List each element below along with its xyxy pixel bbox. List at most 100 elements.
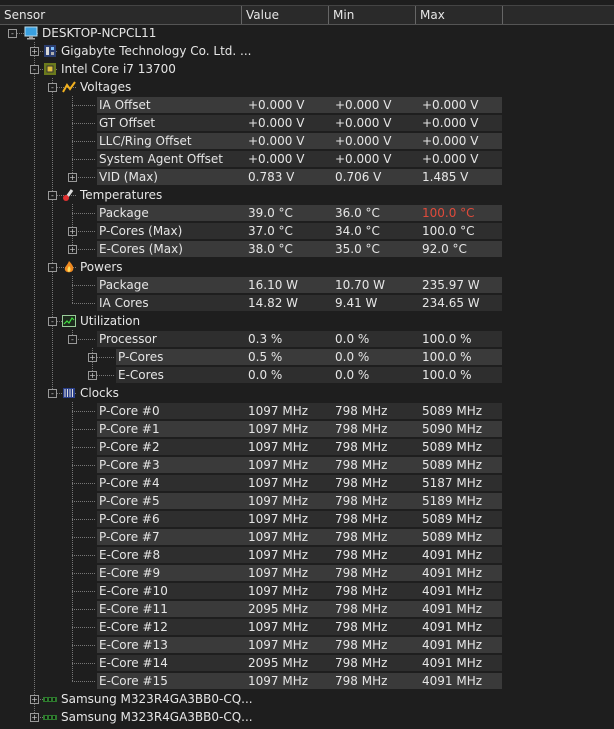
sensor-min: 798 MHz bbox=[335, 584, 388, 598]
sensor-min: 798 MHz bbox=[335, 656, 388, 670]
sensor-row[interactable]: Package 39.0 °C 36.0 °C 100.0 °C bbox=[0, 204, 614, 222]
sensor-label: LLC/Ring Offset bbox=[99, 134, 192, 148]
collapse-icon[interactable]: - bbox=[48, 263, 57, 272]
expand-icon[interactable]: + bbox=[88, 353, 97, 362]
sensor-value: +0.000 V bbox=[248, 152, 305, 166]
tree-connector bbox=[72, 573, 95, 574]
tree-node-row[interactable]: - DESKTOP-NCPCL11 bbox=[0, 24, 614, 42]
expand-icon[interactable]: + bbox=[30, 713, 39, 722]
sensor-min: 798 MHz bbox=[335, 548, 388, 562]
voltage-icon bbox=[62, 80, 76, 94]
tree-connector bbox=[72, 105, 95, 106]
sensor-value: 16.10 W bbox=[248, 278, 299, 292]
tree-node-row[interactable]: + Samsung M323R4GA3BB0-CQ... bbox=[0, 708, 614, 726]
sensor-label: E-Core #12 bbox=[99, 620, 168, 634]
sensor-row[interactable]: P-Core #0 1097 MHz 798 MHz 5089 MHz bbox=[0, 402, 614, 420]
collapse-icon[interactable]: - bbox=[48, 191, 57, 200]
sensor-max: 4091 MHz bbox=[422, 656, 483, 670]
expand-icon[interactable]: + bbox=[30, 47, 39, 56]
collapse-icon[interactable]: - bbox=[8, 29, 17, 38]
sensor-row[interactable]: P-Core #1 1097 MHz 798 MHz 5090 MHz bbox=[0, 420, 614, 438]
expand-icon[interactable]: + bbox=[68, 245, 77, 254]
sensor-row[interactable]: P-Core #7 1097 MHz 798 MHz 5089 MHz bbox=[0, 528, 614, 546]
sensor-label: P-Cores (Max) bbox=[99, 224, 183, 238]
sensor-row[interactable]: E-Core #8 1097 MHz 798 MHz 4091 MHz bbox=[0, 546, 614, 564]
sensor-max: 4091 MHz bbox=[422, 620, 483, 634]
sensor-min: 798 MHz bbox=[335, 422, 388, 436]
tree-connector bbox=[72, 663, 95, 664]
sensor-row[interactable]: IA Cores 14.82 W 9.41 W 234.65 W bbox=[0, 294, 614, 312]
sensor-max: +0.000 V bbox=[422, 134, 479, 148]
sensor-row[interactable]: + P-Cores 0.5 % 0.0 % 100.0 % bbox=[0, 348, 614, 366]
sensor-row[interactable]: E-Core #11 2095 MHz 798 MHz 4091 MHz bbox=[0, 600, 614, 618]
tree-node-row[interactable]: - Intel Core i7 13700 bbox=[0, 60, 614, 78]
sensor-row[interactable]: E-Core #10 1097 MHz 798 MHz 4091 MHz bbox=[0, 582, 614, 600]
sensor-row[interactable]: E-Core #12 1097 MHz 798 MHz 4091 MHz bbox=[0, 618, 614, 636]
sensor-max: 100.0 % bbox=[422, 332, 472, 346]
sensor-label: VID (Max) bbox=[99, 170, 158, 184]
sensor-row[interactable]: LLC/Ring Offset +0.000 V +0.000 V +0.000 V bbox=[0, 132, 614, 150]
expand-icon[interactable]: + bbox=[30, 695, 39, 704]
tree-node-row[interactable]: - Voltages bbox=[0, 78, 614, 96]
collapse-icon[interactable]: - bbox=[48, 83, 57, 92]
sensor-row[interactable]: E-Core #9 1097 MHz 798 MHz 4091 MHz bbox=[0, 564, 614, 582]
sensor-row[interactable]: P-Core #2 1097 MHz 798 MHz 5089 MHz bbox=[0, 438, 614, 456]
expand-icon[interactable]: + bbox=[68, 173, 77, 182]
expand-icon[interactable]: + bbox=[68, 227, 77, 236]
sensor-row[interactable]: + P-Cores (Max) 37.0 °C 34.0 °C 100.0 °C bbox=[0, 222, 614, 240]
tree-node-row[interactable]: + Gigabyte Technology Co. Ltd. ... bbox=[0, 42, 614, 60]
sensor-row[interactable]: + E-Cores 0.0 % 0.0 % 100.0 % bbox=[0, 366, 614, 384]
tree-node-row[interactable]: - Clocks bbox=[0, 384, 614, 402]
tree-node-row[interactable]: + Samsung M323R4GA3BB0-CQ... bbox=[0, 690, 614, 708]
sensor-row[interactable]: P-Core #3 1097 MHz 798 MHz 5089 MHz bbox=[0, 456, 614, 474]
column-max[interactable]: Max bbox=[416, 6, 503, 24]
tree-connector bbox=[72, 285, 95, 286]
sensor-label: E-Core #14 bbox=[99, 656, 168, 670]
sensor-value: 1097 MHz bbox=[248, 512, 309, 526]
sensor-max: 5090 MHz bbox=[422, 422, 483, 436]
sensor-min: +0.000 V bbox=[335, 116, 392, 130]
sensor-row[interactable]: + E-Cores (Max) 38.0 °C 35.0 °C 92.0 °C bbox=[0, 240, 614, 258]
sensor-row[interactable]: + VID (Max) 0.783 V 0.706 V 1.485 V bbox=[0, 168, 614, 186]
sensor-max: 4091 MHz bbox=[422, 584, 483, 598]
sensor-row[interactable]: System Agent Offset +0.000 V +0.000 V +0.00… bbox=[0, 150, 614, 168]
sensor-max: 100.0 °C bbox=[422, 224, 475, 238]
sensor-min: +0.000 V bbox=[335, 98, 392, 112]
tree-node-row[interactable]: - Utilization bbox=[0, 312, 614, 330]
sensor-min: 798 MHz bbox=[335, 674, 388, 688]
collapse-icon[interactable]: - bbox=[48, 389, 57, 398]
sensor-value: 14.82 W bbox=[248, 296, 299, 310]
tree-node-row[interactable]: - Temperatures bbox=[0, 186, 614, 204]
column-value[interactable]: Value bbox=[242, 6, 329, 24]
collapse-icon[interactable]: - bbox=[30, 65, 39, 74]
thermometer-icon bbox=[62, 188, 76, 202]
sensor-max: +0.000 V bbox=[422, 152, 479, 166]
collapse-icon[interactable]: - bbox=[68, 335, 77, 344]
tree-node-row[interactable]: - Powers bbox=[0, 258, 614, 276]
collapse-icon[interactable]: - bbox=[48, 317, 57, 326]
sensor-min: 9.41 W bbox=[335, 296, 378, 310]
expand-icon[interactable]: + bbox=[88, 371, 97, 380]
sensor-row[interactable]: E-Core #14 2095 MHz 798 MHz 4091 MHz bbox=[0, 654, 614, 672]
sensor-label: System Agent Offset bbox=[99, 152, 223, 166]
sensor-label: IA Cores bbox=[99, 296, 149, 310]
sensor-min: 798 MHz bbox=[335, 458, 388, 472]
column-sensor[interactable]: Sensor bbox=[0, 6, 242, 24]
sensor-row[interactable]: P-Core #4 1097 MHz 798 MHz 5187 MHz bbox=[0, 474, 614, 492]
tree-connector bbox=[72, 537, 95, 538]
tree-connector bbox=[72, 303, 95, 304]
sensor-row[interactable]: Package 16.10 W 10.70 W 235.97 W bbox=[0, 276, 614, 294]
sensor-row[interactable]: E-Core #15 1097 MHz 798 MHz 4091 MHz bbox=[0, 672, 614, 690]
sensor-label: DESKTOP-NCPCL11 bbox=[42, 26, 157, 40]
sensor-row[interactable]: - Processor 0.3 % 0.0 % 100.0 % bbox=[0, 330, 614, 348]
column-min[interactable]: Min bbox=[329, 6, 416, 24]
sensor-row[interactable]: GT Offset +0.000 V +0.000 V +0.000 V bbox=[0, 114, 614, 132]
sensor-min: 798 MHz bbox=[335, 620, 388, 634]
sensor-value: +0.000 V bbox=[248, 116, 305, 130]
tree-connector bbox=[72, 681, 95, 682]
sensor-row[interactable]: P-Core #5 1097 MHz 798 MHz 5189 MHz bbox=[0, 492, 614, 510]
sensor-row[interactable]: E-Core #13 1097 MHz 798 MHz 4091 MHz bbox=[0, 636, 614, 654]
sensor-row[interactable]: IA Offset +0.000 V +0.000 V +0.000 V bbox=[0, 96, 614, 114]
sensor-row[interactable]: P-Core #6 1097 MHz 798 MHz 5089 MHz bbox=[0, 510, 614, 528]
tree-connector bbox=[72, 465, 95, 466]
